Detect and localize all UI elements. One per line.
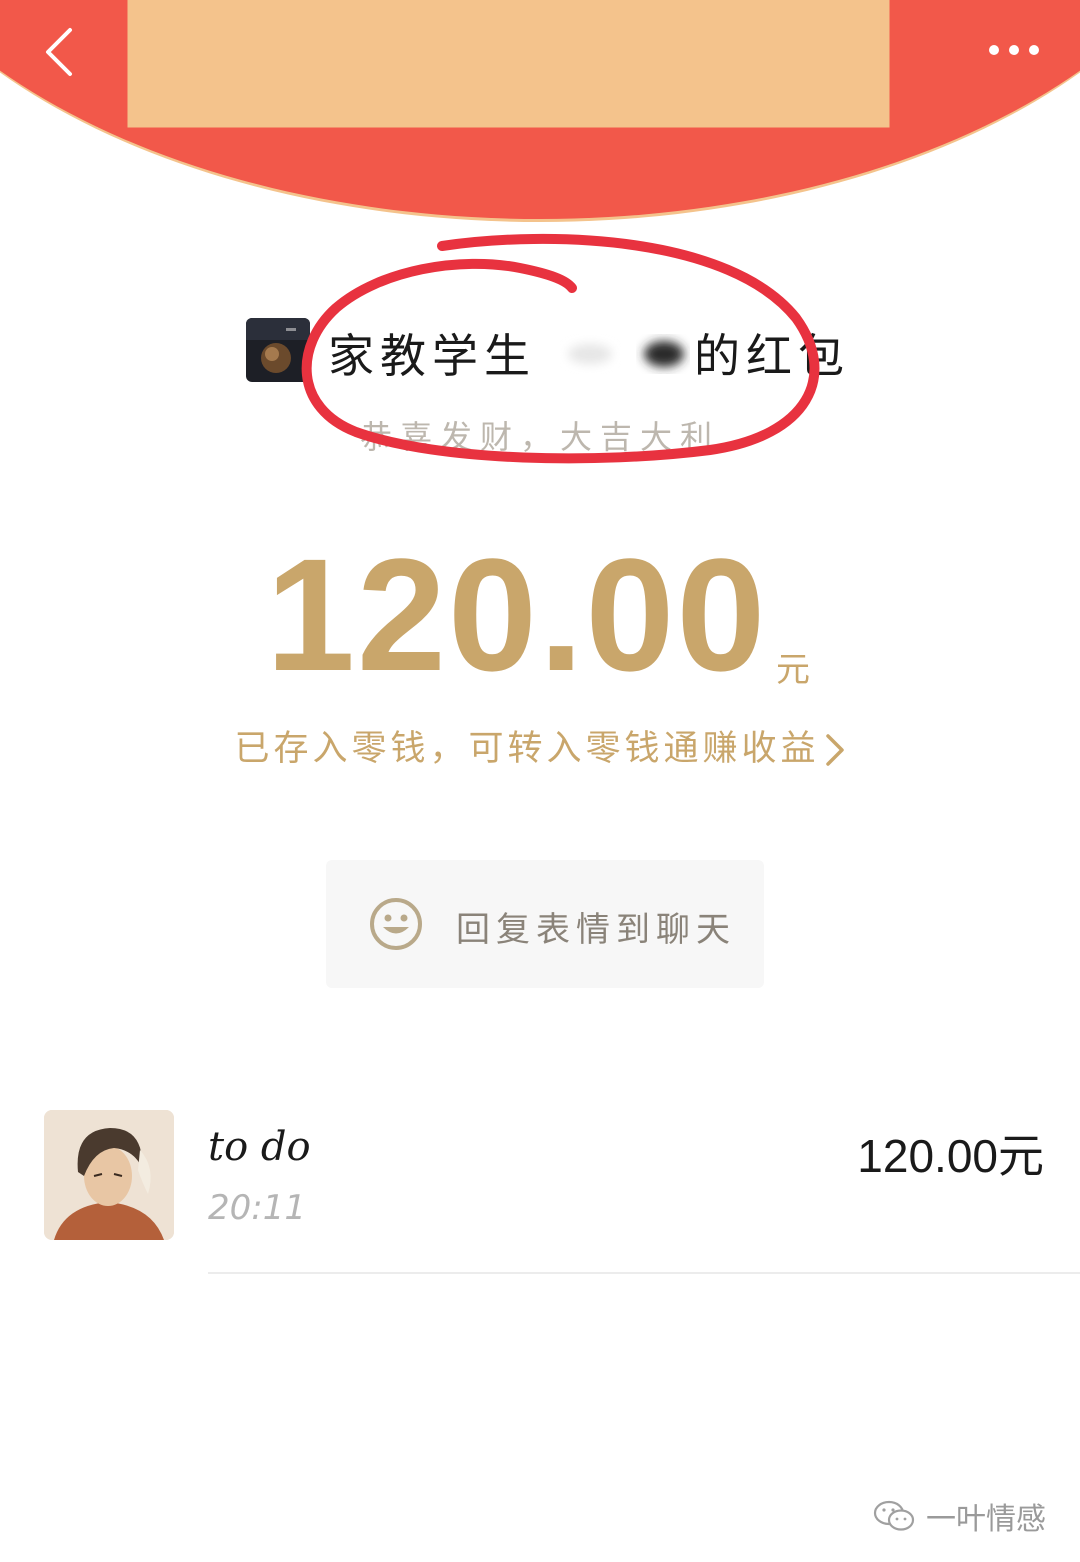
receiver-amount: 120.00元 bbox=[857, 1130, 1044, 1182]
list-divider bbox=[208, 1272, 1080, 1274]
amount-section: 120.00 元 bbox=[0, 530, 1080, 700]
wechat-icon bbox=[873, 1500, 915, 1531]
amount-value: 120.00 bbox=[266, 525, 768, 704]
red-packet-detail-page: 家教学生 的红包 恭喜发财，大吉大利 120.00 元 已存入零钱，可转入零钱通… bbox=[0, 0, 1080, 1562]
receiver-time: 20:11 bbox=[208, 1188, 306, 1228]
sender-avatar[interactable] bbox=[246, 318, 310, 382]
redacted-name-blur bbox=[568, 341, 684, 367]
more-dots-icon bbox=[989, 45, 1039, 55]
envelope-header bbox=[0, 0, 1080, 222]
watermark: 一叶情感 bbox=[872, 1494, 1046, 1538]
wallet-link-label: 已存入零钱，可转入零钱通赚收益 bbox=[234, 729, 820, 769]
watermark-text: 一叶情感 bbox=[926, 1502, 1046, 1537]
chevron-right-icon bbox=[825, 734, 844, 766]
receiver-avatar[interactable] bbox=[44, 1110, 174, 1240]
sender-row: 家教学生 的红包 bbox=[0, 312, 1080, 388]
avatar-image bbox=[246, 318, 310, 382]
more-button[interactable] bbox=[984, 30, 1044, 70]
smile-icon bbox=[370, 898, 422, 950]
reply-emoji-button[interactable]: 回复表情到聊天 bbox=[326, 860, 764, 988]
wallet-link[interactable]: 已存入零钱，可转入零钱通赚收益 bbox=[0, 720, 1080, 771]
back-button[interactable] bbox=[30, 22, 90, 82]
reply-emoji-label: 回复表情到聊天 bbox=[456, 910, 736, 950]
chevron-left-icon bbox=[46, 28, 72, 76]
amount-unit: 元 bbox=[776, 650, 810, 690]
sender-name-end: 的红包 bbox=[694, 329, 850, 383]
avatar-image bbox=[44, 1110, 174, 1240]
greeting-text: 恭喜发财，大吉大利 bbox=[359, 418, 720, 456]
sender-name-start: 家教学生 bbox=[328, 329, 536, 383]
receiver-name: to do bbox=[208, 1124, 311, 1170]
list-item[interactable]: to do 20:11 120.00元 bbox=[0, 1108, 1080, 1274]
